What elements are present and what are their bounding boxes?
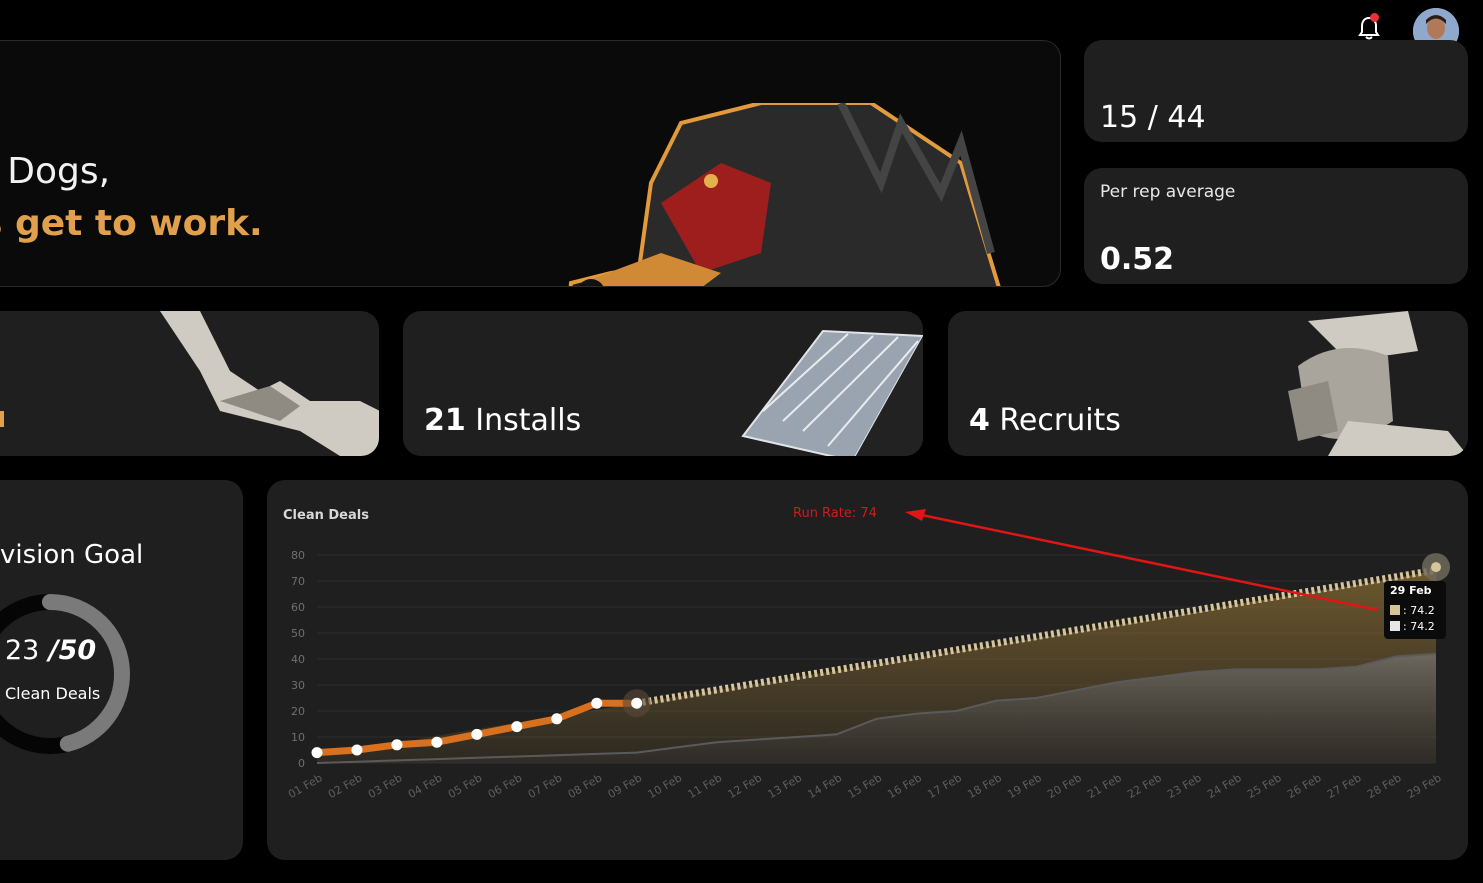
run-rate-arrow [905,509,1379,612]
